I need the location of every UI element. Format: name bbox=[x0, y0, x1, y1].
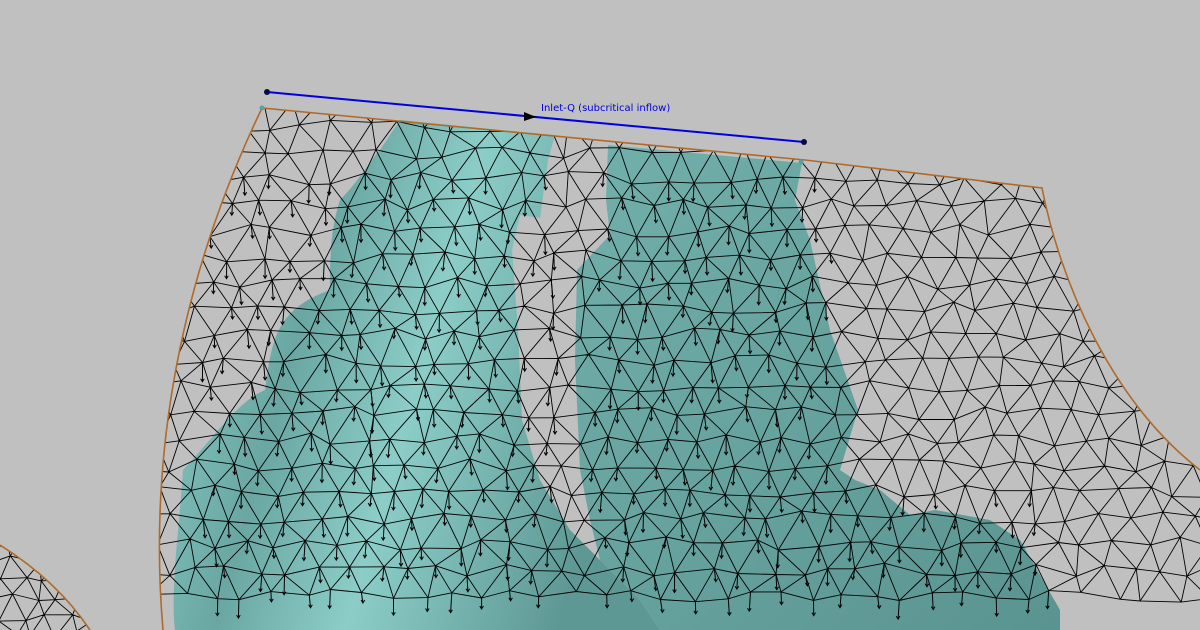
velocity-arrow-icon bbox=[203, 201, 209, 222]
node-marker-icon[interactable] bbox=[264, 89, 270, 95]
velocity-arrow-icon bbox=[321, 260, 326, 282]
velocity-arrow-icon bbox=[548, 328, 553, 343]
velocity-arrow-icon bbox=[250, 382, 256, 401]
model-viewport[interactable]: Inlet-Q (subcritical inflow) bbox=[0, 0, 1200, 630]
velocity-arrow-icon bbox=[216, 181, 221, 197]
node-marker-icon[interactable] bbox=[259, 105, 265, 111]
wetted-area bbox=[173, 120, 1060, 630]
velocity-arrow-icon bbox=[554, 358, 559, 377]
velocity-arrow-icon bbox=[812, 178, 817, 193]
velocity-arrow-icon bbox=[306, 184, 311, 204]
mesh-grid-left bbox=[0, 545, 90, 630]
mesh-edges bbox=[0, 545, 90, 630]
mesh-canvas[interactable]: Inlet-Q (subcritical inflow) bbox=[0, 0, 1200, 630]
velocity-arrow-icon bbox=[550, 279, 556, 300]
velocity-arrow-icon bbox=[524, 112, 536, 121]
velocity-arrow-icon bbox=[543, 234, 548, 256]
inlet-bc-label: Inlet-Q (subcritical inflow) bbox=[541, 103, 670, 114]
node-marker-icon[interactable] bbox=[801, 139, 807, 145]
node-marker-icon[interactable] bbox=[798, 159, 804, 165]
